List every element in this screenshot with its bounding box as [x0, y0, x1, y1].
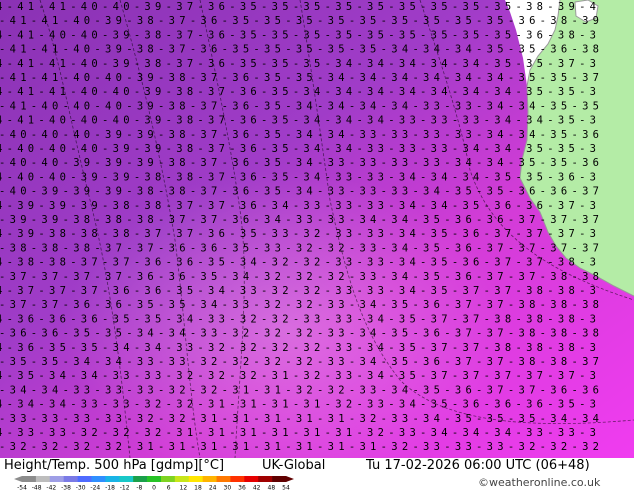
- legend-swatch: [49, 476, 64, 482]
- legend-swatch: [119, 476, 134, 482]
- legend-tick-label: -42: [46, 485, 56, 491]
- legend-tick-label: -8: [136, 485, 142, 491]
- weather-map[interactable]: 4-41-41-40-40-39-37-36-35-35-35-35-35-35…: [0, 0, 634, 458]
- value-label-row: -32-32-32-32-31-31-31-31-31-31-31-31-32-…: [0, 441, 599, 453]
- value-label-row: -41-41-40-39-38-37-36-35-35-35-35-35-35-…: [0, 15, 599, 27]
- value-label-row: -33-33-33-33-32-32-31-31-31-31-31-32-33-…: [0, 413, 599, 425]
- value-label-row: -40-40-40-39-39-38-37-36-35-34-34-33-33-…: [0, 129, 599, 141]
- legend-swatch: [272, 476, 287, 482]
- value-label-row: -41-41-40-39-38-37-36-35-35-35-35-35-34-…: [0, 44, 599, 56]
- legend-swatch: [244, 476, 259, 482]
- legend-tick-label: 18: [194, 485, 202, 491]
- value-label-row: -40-39-39-39-38-38-37-36-35-34-33-33-33-…: [0, 186, 599, 198]
- legend-tick-label: -48: [32, 485, 42, 491]
- value-label-row: -34-34-33-33-33-32-32-31-31-32-32-33-34-…: [0, 384, 599, 396]
- legend-swatch: [230, 476, 245, 482]
- legend-swatch: [258, 476, 273, 482]
- product-title: Height/Temp. 500 hPa [gdmp][°C]: [4, 458, 225, 473]
- map-footer: Height/Temp. 500 hPa [gdmp][°C] UK-Globa…: [0, 458, 634, 490]
- legend-tick-label: -30: [76, 485, 86, 491]
- model-name: UK-Global: [262, 458, 326, 473]
- legend-swatch: [22, 476, 37, 482]
- legend-tick-label: 30: [224, 485, 232, 491]
- legend-tick-label: 12: [180, 485, 188, 491]
- legend-swatch: [147, 476, 162, 482]
- legend-swatch: [91, 476, 106, 482]
- legend-tick-label: 42: [253, 485, 261, 491]
- legend-tick-label: -12: [120, 485, 130, 491]
- value-label-row: -38-38-38-37-37-36-36-35-33-32-32-33-34-…: [0, 242, 599, 254]
- credit-text: ©weatheronline.co.uk: [478, 476, 601, 489]
- value-label-row: -36-36-35-35-34-34-33-32-32-32-33-34-35-…: [0, 328, 599, 340]
- value-label-row: -37-37-36-36-35-35-34-33-32-32-33-34-35-…: [0, 299, 599, 311]
- legend-swatch: [35, 476, 51, 482]
- legend-arrow-right: [286, 476, 294, 482]
- legend-swatch: [63, 476, 78, 482]
- legend-tick-label: -38: [61, 485, 71, 491]
- legend-swatch: [105, 476, 120, 482]
- legend-tick-label: 54: [282, 485, 290, 491]
- legend-tick-label: -54: [17, 485, 27, 491]
- value-label-row: -40-40-39-39-39-38-37-36-35-34-33-33-33-…: [0, 157, 599, 169]
- legend-swatch: [77, 476, 92, 482]
- valid-time: Tu 17-02-2026 06:00 UTC (06+48): [366, 458, 590, 473]
- legend-swatch: [202, 476, 217, 482]
- meteogram-frame: 4-41-41-40-40-39-37-36-35-35-35-35-35-35…: [0, 0, 634, 490]
- legend-arrow-left: [14, 476, 22, 482]
- legend-swatch: [160, 476, 176, 482]
- legend-tick-label: 48: [268, 485, 276, 491]
- value-label-row: -41-40-40-40-39-38-37-36-35-34-34-34-34-…: [0, 100, 599, 112]
- legend-swatch: [216, 476, 231, 482]
- value-label-row: -35-35-34-34-33-33-32-32-32-32-33-34-35-…: [0, 356, 599, 368]
- value-label-row: -41-41-40-40-39-38-37-36-35-35-34-34-34-…: [0, 72, 599, 84]
- legend-tick-label: 24: [209, 485, 217, 491]
- legend-tick-label: -24: [90, 485, 100, 491]
- color-scale-legend: -54 -48 -42 -38 -30 -24 -18 -12 -8 0 6 12 18 24 30 36 42…: [14, 476, 294, 490]
- legend-swatch: [174, 476, 190, 482]
- legend-tick-label: 36: [238, 485, 246, 491]
- value-label-row: -39-39-38-38-38-37-37-36-34-33-33-34-34-…: [0, 214, 599, 226]
- value-label-row: -37-37-37-37-36-36-35-34-32-32-32-33-34-…: [0, 271, 599, 283]
- legend-swatch: [188, 476, 203, 482]
- legend-tick-label: 0: [152, 485, 156, 491]
- legend-swatch: [133, 476, 148, 482]
- legend-tick-label: 6: [167, 485, 171, 491]
- legend-tick-label: -18: [105, 485, 115, 491]
